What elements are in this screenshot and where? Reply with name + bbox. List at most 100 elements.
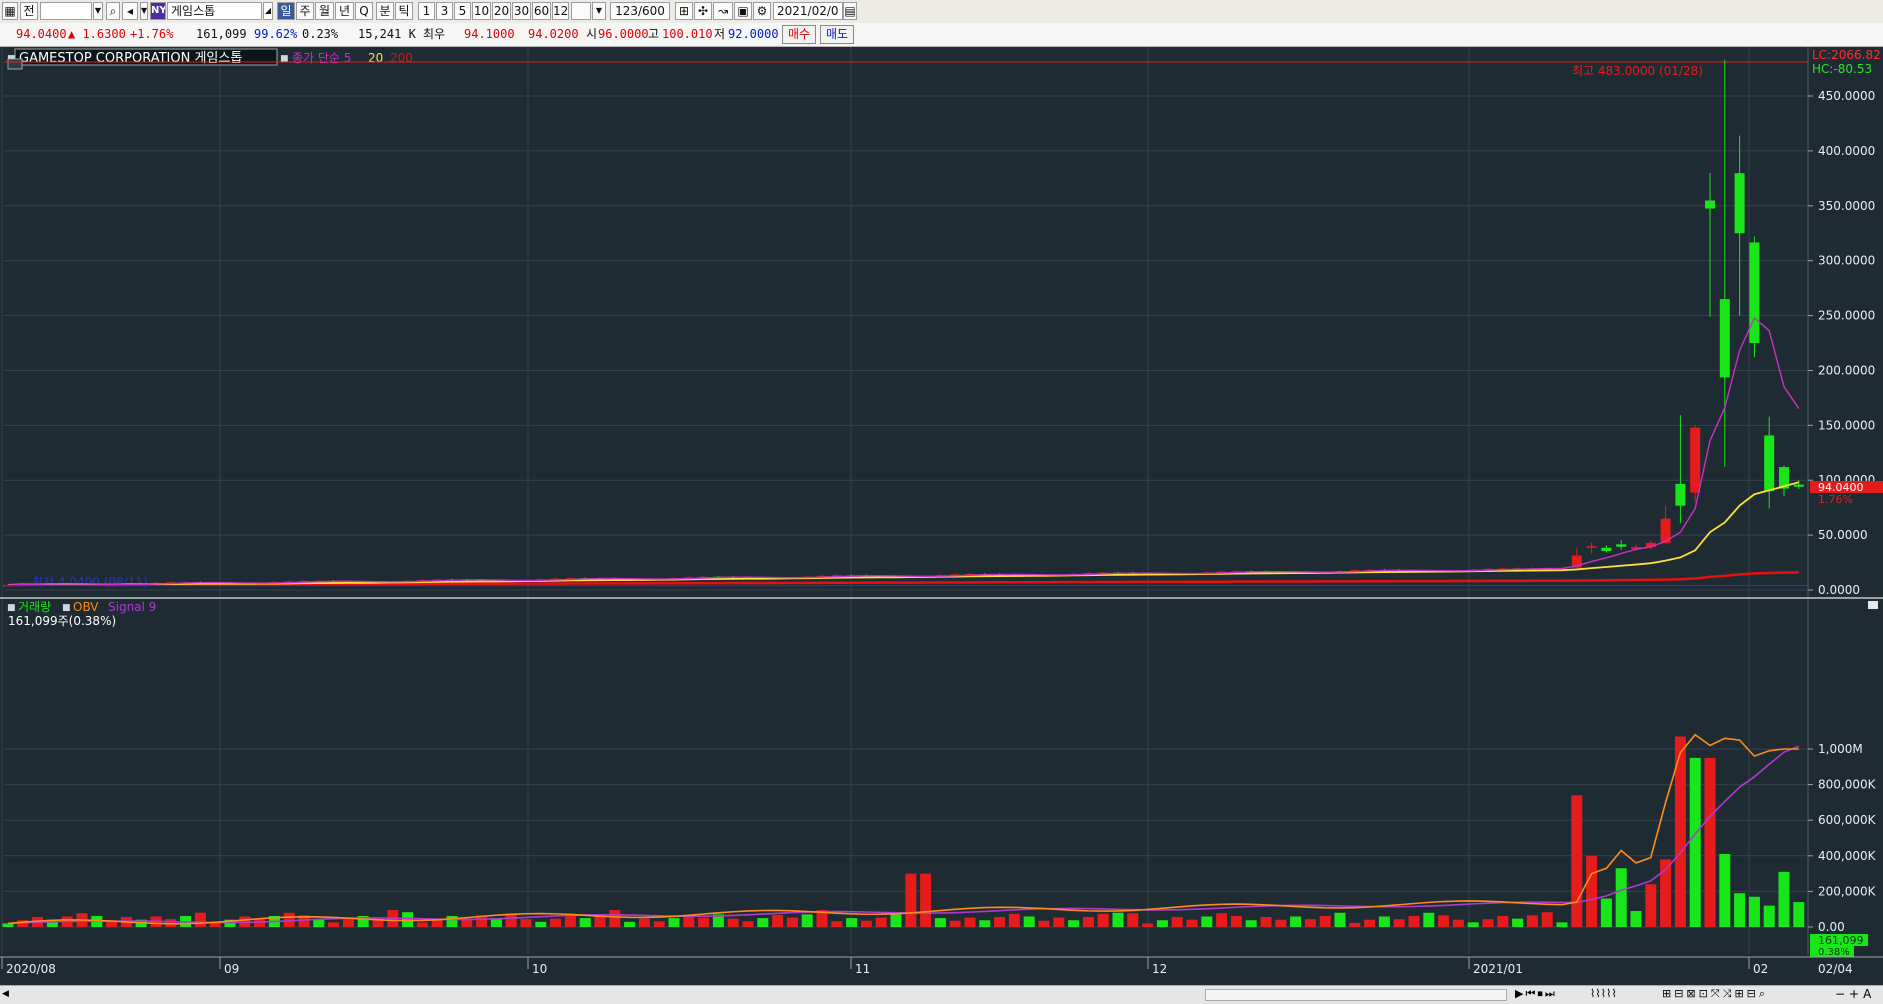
volume-bar	[1734, 893, 1746, 927]
volume-bar	[1023, 916, 1035, 927]
candle-body	[1690, 427, 1701, 493]
search-icon[interactable]: ⌕	[106, 2, 120, 20]
period-quarter-button[interactable]: Q	[355, 2, 373, 20]
gear-icon[interactable]: ⚙	[753, 2, 771, 20]
x-axis-bg	[0, 957, 1883, 985]
volume-tick-label: 800,000K	[1818, 778, 1877, 792]
speaker-icon[interactable]: ◂	[122, 2, 138, 20]
volume-bar	[772, 914, 784, 927]
volume-bar	[1689, 757, 1701, 927]
volume-bar	[831, 921, 843, 927]
volume-tick-label: 400,000K	[1818, 849, 1877, 863]
speaker-dropdown-icon[interactable]: ▼	[140, 2, 148, 20]
sell-button[interactable]: 매도	[820, 25, 854, 44]
period-month-button[interactable]: 월	[315, 2, 334, 20]
volume-bar	[1452, 919, 1464, 927]
volume-bar	[1038, 920, 1050, 927]
x-tick-label: 12	[1152, 962, 1167, 976]
price-tick-label: 150.0000	[1818, 418, 1875, 432]
chart-area[interactable]: ■ GAMESTOP CORPORATION 게임스톱 ■ 종가 단순 5 20…	[0, 47, 1883, 985]
volume-bar	[1186, 919, 1198, 927]
volume-bar	[1556, 922, 1568, 927]
calendar-icon[interactable]: ▤	[843, 2, 857, 20]
last-change-tag: 1.76%	[1818, 493, 1853, 506]
volume-bar	[1008, 913, 1020, 927]
volume-bar	[920, 873, 932, 927]
bottom-scrollbar[interactable]: ◀ ▶⏮⏹⏭ ⌇⌇⌇⌇⌇ ⊞⊟⊠⊡⤧⤨⊞⊟⌕ −+A	[0, 985, 1883, 1004]
quote-bid: 94.0200	[528, 27, 579, 41]
candle-body	[1793, 484, 1804, 487]
last-volume-tag: 161,099	[1818, 934, 1864, 947]
quote-high-label: 고	[648, 27, 660, 41]
drawing-tools-icon[interactable]: ⌇⌇⌇⌇⌇	[1590, 987, 1617, 1001]
period-day-button[interactable]: 일	[277, 2, 295, 20]
legend-volume[interactable]: 거래량	[18, 600, 51, 614]
interval-20-button[interactable]: 20	[492, 2, 511, 20]
interval-30-button[interactable]: 30	[512, 2, 531, 20]
volume-bar	[742, 921, 754, 927]
volume-bar	[342, 919, 354, 927]
table-toggle-icon[interactable]	[7, 58, 23, 70]
legend-signal[interactable]: Signal 9	[108, 600, 156, 614]
scroll-left-icon[interactable]: ◀	[2, 988, 14, 1000]
interval-dropdown-icon[interactable]: ▼	[592, 2, 606, 20]
period-year-button[interactable]: 년	[335, 2, 354, 20]
interval-1-button[interactable]: 1	[418, 2, 435, 20]
quote-price: 94.0400	[16, 27, 67, 41]
volume-bar	[535, 921, 547, 927]
period-minute-button[interactable]: 분	[376, 2, 394, 20]
interval-60-button[interactable]: 60	[532, 2, 551, 20]
interval-5-button[interactable]: 5	[454, 2, 471, 20]
chart-svg[interactable]: ■ GAMESTOP CORPORATION 게임스톱 ■ 종가 단순 5 20…	[0, 47, 1883, 985]
date-field[interactable]: 2021/02/0	[773, 2, 843, 20]
volume-bar	[624, 921, 636, 927]
price-tick-label: 200.0000	[1818, 363, 1875, 377]
period-week-button[interactable]: 주	[296, 2, 314, 20]
fit-icon[interactable]: ⊞	[675, 2, 693, 20]
price-tick-label: 250.0000	[1818, 309, 1875, 323]
interval-10-button[interactable]: 10	[472, 2, 491, 20]
all-button[interactable]: 전	[20, 2, 38, 20]
volume-tick-label: 200,000K	[1818, 884, 1877, 898]
volume-bar	[1512, 918, 1524, 927]
volume-bar	[194, 912, 206, 927]
volume-bar	[550, 918, 562, 927]
scroll-thumb[interactable]	[1205, 989, 1507, 1001]
volume-bar	[1378, 916, 1390, 927]
legend-obv[interactable]: OBV	[73, 600, 99, 614]
zoom-icons[interactable]: −+A	[1835, 987, 1875, 1001]
interval-3-button[interactable]: 3	[436, 2, 453, 20]
save-icon[interactable]: ▣	[734, 2, 752, 20]
volume-bar	[1571, 795, 1583, 927]
candle-body	[1705, 200, 1715, 209]
period-tick-button[interactable]: 틱	[395, 2, 413, 20]
legend-ma200[interactable]: 200	[390, 51, 413, 65]
data-count-field[interactable]: 123/600	[610, 2, 670, 20]
ticker-input[interactable]: GME	[40, 2, 92, 20]
legend-ma5[interactable]: 종가 단순 5	[292, 51, 351, 65]
volume-bar	[402, 912, 414, 927]
nav-buttons[interactable]: ▶⏮⏹⏭	[1515, 987, 1557, 1001]
volume-bar	[1097, 913, 1109, 927]
ticker-dropdown-icon[interactable]: ▼	[93, 2, 103, 20]
layout-icon[interactable]: ▦	[2, 2, 18, 20]
trend-icon[interactable]: ↝	[713, 2, 733, 20]
buy-button[interactable]: 매수	[782, 25, 816, 44]
crosshair-icon[interactable]: ✣	[694, 2, 712, 20]
volume-bar	[254, 919, 266, 927]
panel-close-icon[interactable]	[1868, 601, 1878, 609]
stock-name-field[interactable]: 게임스톱	[167, 2, 262, 20]
tool-icons[interactable]: ⊞⊟⊠⊡⤧⤨⊞⊟⌕	[1662, 987, 1768, 1001]
volume-tick-label: 600,000K	[1818, 813, 1877, 827]
volume-bar	[1467, 922, 1479, 927]
interval-custom-field[interactable]	[571, 2, 591, 20]
last-pct-tag: 0.38%	[1818, 947, 1850, 958]
stock-name-dropdown-icon[interactable]: ◢	[263, 2, 273, 20]
volume-bar	[1290, 916, 1302, 927]
volume-bar	[1600, 898, 1612, 927]
max-annotation: 최고 483.0000 (01/28)	[1572, 64, 1703, 78]
volume-bar	[698, 917, 710, 927]
interval-120-button[interactable]: 120	[552, 2, 569, 20]
volume-bar	[757, 918, 769, 927]
legend-ma20[interactable]: 20	[368, 51, 383, 65]
